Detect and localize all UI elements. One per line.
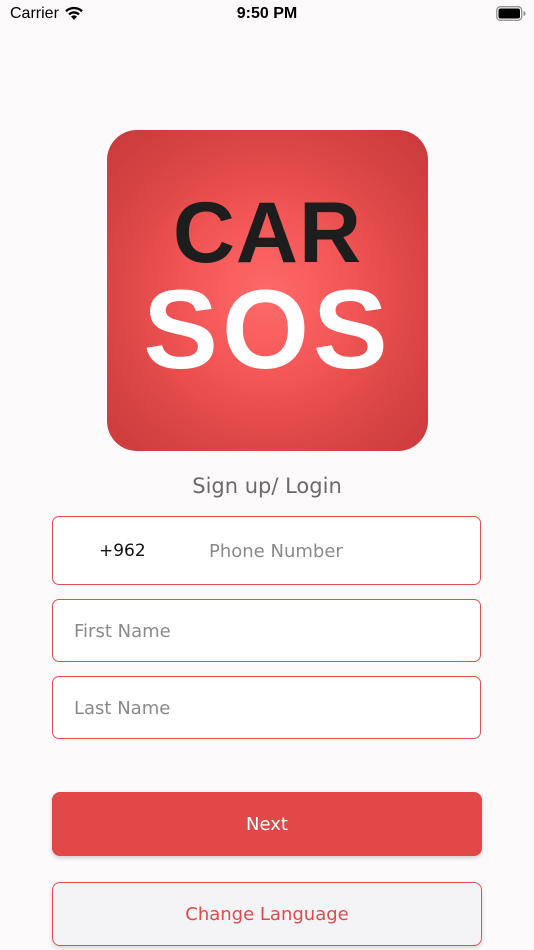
- first-name-field[interactable]: [52, 599, 481, 662]
- last-name-input[interactable]: [74, 696, 464, 720]
- phone-number-input[interactable]: [209, 539, 469, 563]
- page-title: Sign up/ Login: [192, 474, 342, 498]
- change-language-button[interactable]: Change Language: [52, 882, 482, 946]
- last-name-field[interactable]: [52, 676, 481, 739]
- app-logo: CAR SOS: [107, 130, 428, 451]
- first-name-input[interactable]: [74, 619, 464, 643]
- next-button[interactable]: Next: [52, 792, 482, 856]
- battery-full-icon: [496, 6, 526, 21]
- country-code-label[interactable]: +962: [99, 541, 146, 561]
- status-time: 9:50 PM: [236, 5, 298, 22]
- logo-text-sos: SOS: [143, 267, 392, 392]
- phone-field[interactable]: +962: [52, 516, 481, 585]
- logo-text-car: CAR: [172, 185, 363, 281]
- login-screen: Carrier 9:50 PM CAR SOS Sign up/ Login +…: [0, 0, 534, 950]
- status-bar: Carrier 9:50 PM: [0, 0, 534, 28]
